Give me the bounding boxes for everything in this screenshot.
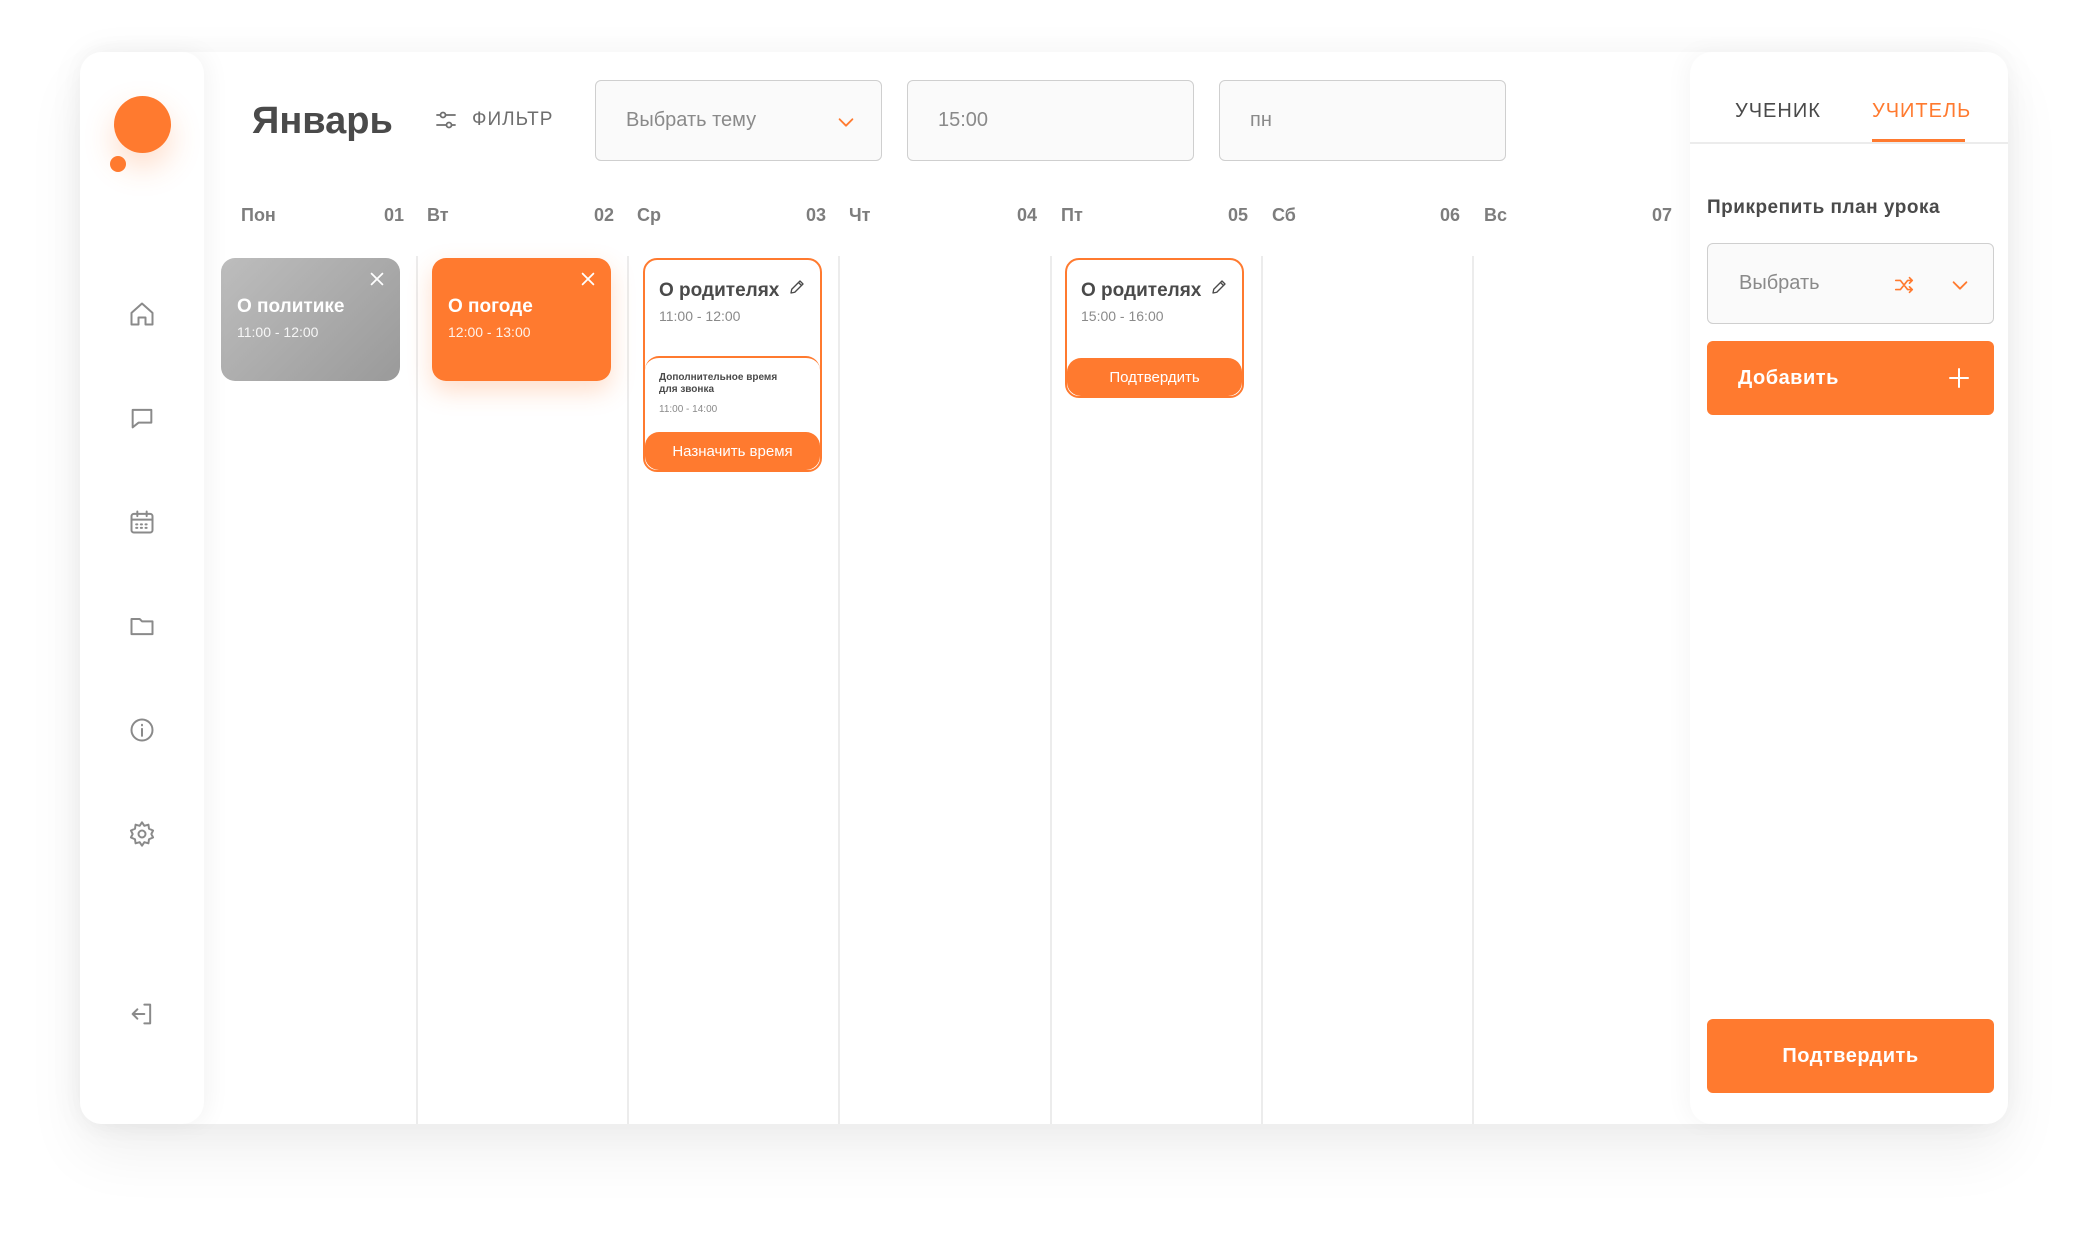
extra-call-title: Дополнительное время для звонка [659,372,778,395]
day-number: 04 [1017,205,1038,225]
topic-select-placeholder: Выбрать тему [626,109,757,131]
logo [114,96,171,153]
active-tab-indicator [1872,139,1965,142]
event-title: О погоде [448,296,533,317]
day-name: Вс [1484,205,1508,225]
lesson-plan-placeholder: Выбрать [1739,272,1820,294]
day-number: 06 [1440,205,1461,225]
confirm-button[interactable]: Подтвердить [1707,1019,1994,1093]
attach-plan-label: Прикрепить план урока [1707,197,1941,218]
tab-teacher[interactable]: УЧИТЕЛЬ [1872,100,1971,123]
event-card-parents-wed[interactable]: О родителях 11:00 - 12:00 Дополнительное… [643,258,822,472]
close-icon[interactable] [368,270,388,290]
event-time: 12:00 - 13:00 [448,324,531,340]
day-input-value: пн [1250,109,1272,131]
day-name: Пон [241,205,276,225]
day-name: Чт [849,205,871,225]
lesson-plan-select[interactable]: Выбрать [1707,243,1994,324]
column-divider [627,256,629,1124]
chevron-down-icon [835,111,857,133]
event-title: О родителях [1081,280,1202,301]
assign-time-button[interactable]: Назначить время [645,432,820,470]
info-icon[interactable] [126,714,158,746]
folder-icon[interactable] [126,610,158,642]
column-divider [838,256,840,1124]
extra-call-time-range: 11:00 - 14:00 [659,404,718,415]
day-number: 05 [1228,205,1249,225]
column-divider [1472,256,1474,1124]
close-icon[interactable] [579,270,599,290]
calendar-icon[interactable] [126,506,158,538]
plus-icon [1946,365,1972,391]
home-icon[interactable] [126,298,158,330]
event-time: 11:00 - 12:00 [659,308,741,324]
chevron-down-icon [1949,274,1971,296]
logout-icon[interactable] [126,998,158,1030]
event-card-parents-fri[interactable]: О родителях 15:00 - 16:00 Подтвердить [1065,258,1244,398]
day-number: 01 [384,205,405,225]
day-input[interactable]: пн [1219,80,1506,161]
day-name: Ср [637,205,661,225]
event-title: О родителях [659,280,780,301]
topic-select[interactable]: Выбрать тему [595,80,882,161]
chat-icon[interactable] [126,402,158,434]
filter-icon [436,111,456,129]
event-time: 15:00 - 16:00 [1081,308,1164,324]
filter-button[interactable]: ФИЛЬТР [434,108,553,132]
role-tabs: УЧЕНИК УЧИТЕЛЬ [1690,52,2008,144]
time-input[interactable]: 15:00 [907,80,1194,161]
event-time: 11:00 - 12:00 [237,324,319,340]
confirm-event-button[interactable]: Подтвердить [1067,358,1242,396]
edit-icon[interactable] [788,278,808,298]
logo-dot [110,156,126,172]
event-card-weather[interactable]: О погоде 12:00 - 13:00 [432,258,611,381]
day-name: Вт [427,205,449,225]
day-number: 03 [806,205,827,225]
column-divider [1261,256,1263,1124]
event-card-politics[interactable]: О политике 11:00 - 12:00 [221,258,400,381]
filter-label: ФИЛЬТР [472,109,554,130]
add-button-label: Добавить [1738,366,1839,389]
sidebar [80,52,204,1124]
column-divider [1050,256,1052,1124]
add-button[interactable]: Добавить [1707,341,1994,415]
event-title: О политике [237,296,345,317]
edit-icon[interactable] [1210,278,1230,298]
settings-icon[interactable] [126,818,158,850]
day-number: 07 [1652,205,1673,225]
extra-call-time: Дополнительное время для звонка 11:00 - … [645,356,820,436]
tab-student[interactable]: УЧЕНИК [1735,100,1821,123]
column-divider [416,256,418,1124]
shuffle-icon[interactable] [1893,274,1915,296]
page-title: Январь [252,100,393,142]
time-input-value: 15:00 [938,109,989,131]
lesson-panel: УЧЕНИК УЧИТЕЛЬ Прикрепить план урока Выб… [1690,52,2008,1124]
day-name: Сб [1272,205,1296,225]
day-number: 02 [594,205,615,225]
day-name: Пт [1061,205,1083,225]
